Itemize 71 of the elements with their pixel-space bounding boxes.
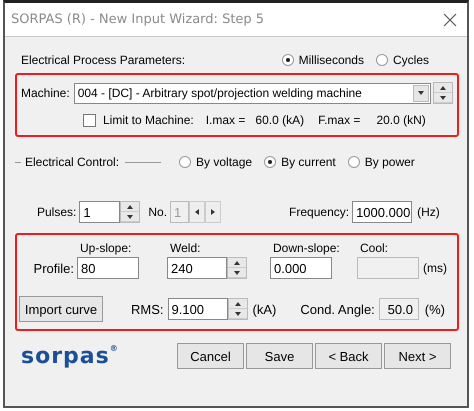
column-heading: Down-slope: — [272, 241, 340, 255]
unit-label: (kA) — [252, 302, 276, 316]
caret-down-icon — [127, 214, 134, 218]
profile-field[interactable]: 240 — [167, 257, 227, 279]
angle-field: 50.0 — [378, 298, 419, 320]
spin-up-button[interactable] — [434, 83, 452, 93]
caret-up-icon — [127, 204, 134, 208]
radio-option[interactable]: By current — [264, 155, 336, 169]
caret-up-icon — [234, 302, 240, 306]
limit-label: I.max = — [206, 113, 246, 127]
previous-button[interactable] — [189, 201, 206, 223]
radio-button[interactable] — [179, 156, 192, 168]
spin-down-button[interactable] — [434, 93, 452, 103]
section-label: Electrical Control: — [25, 155, 120, 169]
caret-left-icon — [195, 209, 200, 215]
limit-value: 20.0 (kN) — [376, 113, 426, 127]
field-label: No. — [148, 205, 168, 219]
spin-up-button[interactable] — [228, 299, 246, 309]
section-label: Electrical Process Parameters: — [21, 53, 186, 67]
dropdown-arrow-icon — [418, 91, 424, 95]
dialog-button[interactable]: Cancel — [177, 343, 244, 369]
unit-label: (%) — [424, 302, 446, 316]
field-label: RMS: — [131, 302, 164, 316]
profile-field[interactable]: 0.000 — [270, 257, 332, 279]
dialog-button[interactable]: Save — [246, 343, 313, 369]
radio-option[interactable]: By power — [348, 155, 415, 169]
field-label: Profile: — [34, 260, 74, 276]
radio-button[interactable] — [264, 156, 276, 168]
column-heading: Cool: — [359, 241, 388, 255]
caret-up-icon — [440, 86, 446, 90]
column-heading: Up-slope: — [79, 241, 132, 255]
spin-down-button[interactable] — [228, 309, 246, 319]
radio-option[interactable]: By voltage — [179, 155, 252, 169]
next-pulse-button[interactable] — [205, 201, 222, 223]
column-heading: Weld: — [169, 241, 200, 255]
checkbox-label: Limit to Machine: — [103, 113, 194, 127]
pulse-number-field: 1 — [170, 201, 190, 223]
caret-down-icon — [234, 270, 240, 274]
import-curve-button[interactable]: Import curve — [19, 296, 103, 322]
radio-button[interactable] — [348, 156, 360, 168]
field-label: Cond. Angle: — [300, 302, 375, 316]
radio-option[interactable]: Milliseconds — [282, 53, 364, 67]
unit-label: (Hz) — [417, 205, 440, 219]
logo: sorpas$^{®}$ — [21, 344, 119, 368]
rms-field[interactable]: 9.100 — [168, 298, 228, 320]
machine-dropdown[interactable]: 004 - [DC] - Arbitrary spot/projection welding machine — [74, 82, 431, 104]
dialog-button[interactable]: < Back — [315, 343, 382, 369]
caret-down-icon — [234, 312, 240, 316]
spin-down-button[interactable] — [228, 268, 246, 278]
limit-label: F.max = — [318, 113, 360, 127]
spin-down-button[interactable] — [121, 212, 140, 222]
spin-up-button[interactable] — [121, 202, 140, 212]
caret-down-icon — [440, 96, 446, 100]
field-label: Frequency: — [289, 205, 350, 219]
close-icon[interactable] — [443, 12, 457, 26]
window-title: SORPAS (R) - New Input Wizard: Step 5 — [11, 12, 264, 27]
caret-right-icon — [211, 209, 216, 215]
dialog-button[interactable]: Next > — [384, 343, 451, 369]
unit-label: (ms) — [423, 261, 448, 275]
profile-field[interactable]: 80 — [77, 257, 139, 279]
caret-up-icon — [234, 260, 240, 264]
spin-up-button[interactable] — [228, 258, 246, 268]
checkbox[interactable] — [83, 114, 96, 126]
limit-value: 60.0 (kA) — [255, 113, 304, 127]
field-label: Machine: — [21, 86, 70, 100]
radio-button[interactable] — [282, 54, 294, 66]
field-label: Pulses: — [37, 205, 76, 219]
radio-button[interactable] — [376, 54, 388, 66]
frequency-field[interactable]: 1000.000 — [352, 201, 412, 223]
pulses-field[interactable]: 1 — [79, 201, 120, 223]
radio-option[interactable]: Cycles — [376, 53, 429, 67]
